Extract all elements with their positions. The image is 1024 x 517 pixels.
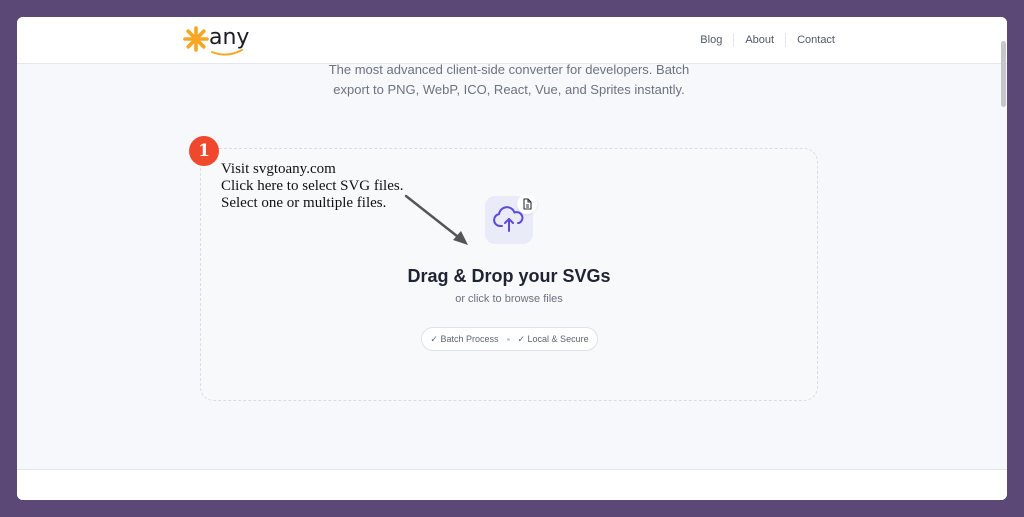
site-header: any Blog About Contact xyxy=(17,17,1007,64)
pill-dot xyxy=(506,337,510,341)
annotation-line: Select one or multiple files. xyxy=(221,195,387,211)
main-nav: Blog About Contact xyxy=(700,33,835,47)
feature-batch-process: ✓ Batch Process xyxy=(430,333,499,344)
nav-divider xyxy=(733,33,735,47)
feature-pill: ✓ Batch Process ✓ Local & Secure xyxy=(421,327,598,351)
dropzone-subtitle: or click to browse files xyxy=(455,293,563,305)
nav-about[interactable]: About xyxy=(745,34,774,46)
feature-local-secure: ✓ Local & Secure xyxy=(517,333,589,344)
annotation-text: Visit svgtoany.com Click here to select … xyxy=(221,161,403,212)
hero-tagline: The most advanced client-side converter … xyxy=(307,60,711,100)
browser-window: any Blog About Contact The most advanced… xyxy=(17,17,1007,500)
logo[interactable]: any xyxy=(182,23,252,57)
step-number-badge: 1 xyxy=(189,136,219,166)
annotation-line: Click here to select SVG files. xyxy=(221,178,404,194)
footer xyxy=(17,470,1007,500)
tagline-line: export to PNG, WebP, ICO, React, Vue, an… xyxy=(333,82,685,97)
nav-blog[interactable]: Blog xyxy=(700,34,722,46)
file-svg-icon xyxy=(523,198,532,210)
annotation-line: Visit svgtoany.com xyxy=(221,161,336,177)
tagline-line: The most advanced client-side converter … xyxy=(328,62,690,77)
nav-divider xyxy=(785,33,787,47)
logo-text: any xyxy=(209,25,250,50)
nav-contact[interactable]: Contact xyxy=(797,34,835,46)
dropzone-title: Drag & Drop your SVGs xyxy=(407,266,611,286)
file-badge xyxy=(517,194,537,214)
scrollbar-thumb[interactable] xyxy=(1001,41,1006,107)
annotation-arrow-icon xyxy=(404,194,468,245)
